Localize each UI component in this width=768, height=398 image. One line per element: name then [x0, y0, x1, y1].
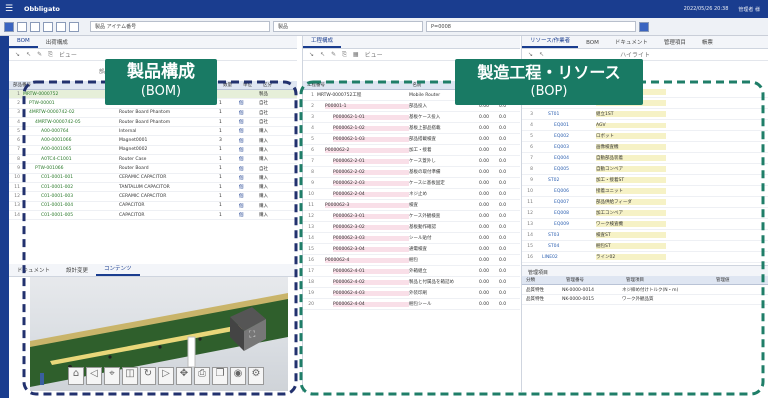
- bom-callout-title: 製品構成: [127, 62, 195, 82]
- bop-callout-sub: (BOP): [530, 84, 568, 99]
- bop-frame: [299, 80, 765, 396]
- bop-callout-title: 製造工程・リソース: [477, 63, 621, 82]
- app-window: ☰ Obbligato 2022/05/26 20:38 管理者 様 製品 アイ…: [0, 0, 768, 398]
- bom-callout: 製品構成 (BOM): [105, 59, 217, 105]
- bop-callout: 製造工程・リソース (BOP): [455, 59, 643, 105]
- bom-frame: [22, 80, 298, 396]
- bom-callout-sub: (BOM): [140, 84, 182, 99]
